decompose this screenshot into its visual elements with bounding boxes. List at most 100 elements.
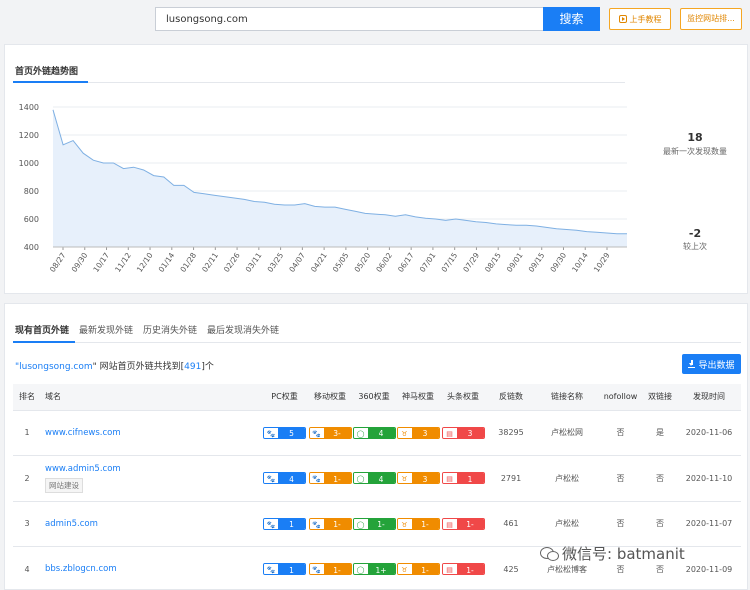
backlinks-cell: 461 xyxy=(486,501,536,547)
tab-history-lost[interactable]: 历史消失外链 xyxy=(143,323,197,336)
shenma-weight-cell: ♉ 1- xyxy=(396,546,440,590)
360-weight-cell: ◯ 1+ xyxy=(352,546,396,590)
mobile-weight-cell: 🐾 1- xyxy=(308,546,352,590)
pc-weight-cell: 🐾 1 xyxy=(261,501,308,547)
tab-current-links[interactable]: 现有首页外链 xyxy=(15,323,69,336)
wechat-icon xyxy=(540,546,559,561)
baidu-mobile-badge: 🐾 1- xyxy=(308,472,352,485)
toutiao-icon: ▤ xyxy=(442,473,457,484)
x-tick-label: 10/17 xyxy=(91,251,111,274)
toutiao-badge: ▤ 1 xyxy=(441,472,485,485)
change-value: -2 xyxy=(688,227,702,240)
x-tick-label: 12/10 xyxy=(135,251,155,274)
watermark: 微信号: batmanit xyxy=(540,543,685,564)
nofollow-cell: 否 xyxy=(598,410,643,456)
x-tick-label: 09/15 xyxy=(527,251,547,274)
toutiao-weight-cell: ▤ 1- xyxy=(440,546,486,590)
360-badge: ◯ 1+ xyxy=(352,563,396,576)
result-summary: "lusongsong.com" 网站首页外链共找到[491]个 xyxy=(15,359,214,372)
search-button[interactable]: 搜索 xyxy=(543,7,600,31)
baidu-pc-icon: 🐾 xyxy=(264,473,278,484)
domain-link[interactable]: www.cifnews.com xyxy=(45,428,261,438)
mobile-weight-cell: 🐾 1- xyxy=(308,455,352,502)
baidu-pc-badge: 🐾 1 xyxy=(263,563,306,576)
table-row: 3 admin5.com 🐾 1 🐾 1- ◯ 1- ♉ 1- ▤ 1- 461 卢松松否否 2020-11… xyxy=(13,501,741,547)
backlinks-cell: 425 xyxy=(486,546,536,590)
domain-link[interactable]: admin5.com xyxy=(45,519,261,529)
toutiao-icon: ▤ xyxy=(442,518,457,529)
y-tick-label: 1200 xyxy=(19,131,39,140)
col-double: 双链接 xyxy=(643,384,677,411)
baidu-mobile-icon: 🐾 xyxy=(309,473,324,484)
col-toutiao: 头条权重 xyxy=(440,384,486,411)
domain-link[interactable]: www.admin5.com xyxy=(45,464,261,474)
change-label: 较上次 xyxy=(683,242,707,251)
shenma-badge: ♉ 1- xyxy=(396,563,440,576)
export-button[interactable]: 导出数据 xyxy=(682,354,741,374)
col-domain: 域名 xyxy=(41,384,261,411)
x-tick-label: 10/14 xyxy=(570,251,590,274)
baidu-pc-badge: 🐾 1 xyxy=(263,517,306,530)
x-tick-label: 10/29 xyxy=(592,251,612,274)
y-tick-label: 600 xyxy=(24,215,39,224)
top-bar: 搜索 上手教程 监控网站排... xyxy=(0,0,750,40)
shenma-badge: ♉ 3 xyxy=(396,426,440,439)
y-tick-label: 800 xyxy=(24,187,39,196)
rank-cell: 2 xyxy=(13,455,41,502)
x-tick-label: 08/27 xyxy=(48,251,68,274)
x-tick-label: 04/21 xyxy=(309,251,329,274)
domain-link[interactable]: bbs.zblogcn.com xyxy=(45,564,261,574)
summary-middle: " 网站首页外链共找到[ xyxy=(92,362,185,372)
col-pc: PC权重 xyxy=(261,384,308,411)
domain-cell: www.admin5.com 网站建设 xyxy=(41,455,261,502)
x-tick-label: 06/17 xyxy=(396,251,416,274)
baidu-mobile-badge: 🐾 3- xyxy=(308,426,352,439)
tab-last-lost[interactable]: 最后发现消失外链 xyxy=(207,323,279,336)
search-input[interactable] xyxy=(155,7,545,31)
x-tick-label: 01/14 xyxy=(157,251,177,274)
x-tick-label: 05/20 xyxy=(353,251,373,274)
date-cell: 2020-11-06 xyxy=(677,410,741,456)
double-link-cell: 否 xyxy=(643,501,677,547)
nofollow-cell: 否 xyxy=(598,455,643,502)
mobile-weight-cell: 🐾 1- xyxy=(308,501,352,547)
summary-domain[interactable]: lusongsong.com xyxy=(19,362,93,372)
360-icon: ◯ xyxy=(353,564,368,575)
col-backlinks: 反链数 xyxy=(486,384,536,411)
tab-new-links[interactable]: 最新发现外链 xyxy=(79,323,133,336)
toutiao-badge: ▤ 1- xyxy=(441,563,485,576)
toutiao-icon: ▤ xyxy=(442,564,457,575)
360-icon: ◯ xyxy=(353,427,368,438)
col-shenma: 神马权重 xyxy=(396,384,440,411)
table-row: 2 www.admin5.com 网站建设 🐾 4 🐾 1- ◯ 4 ♉ 3 ▤ 1 2791 卢松松否否 2… xyxy=(13,455,741,502)
y-tick-label: 400 xyxy=(24,243,39,252)
y-tick-label: 1000 xyxy=(19,159,39,168)
baidu-mobile-badge: 🐾 1- xyxy=(308,517,352,530)
shenma-icon: ♉ xyxy=(397,427,412,438)
baidu-mobile-icon: 🐾 xyxy=(309,518,324,529)
toutiao-weight-cell: ▤ 3 xyxy=(440,410,486,456)
x-tick-label: 06/02 xyxy=(374,251,394,274)
link-name-cell: 卢松松 xyxy=(536,455,598,502)
double-link-cell: 否 xyxy=(643,455,677,502)
shenma-badge: ♉ 3 xyxy=(396,472,440,485)
category-tag: 网站建设 xyxy=(45,477,83,493)
mobile-weight-cell: 🐾 3- xyxy=(308,410,352,456)
download-icon xyxy=(688,360,696,368)
shenma-weight-cell: ♉ 3 xyxy=(396,410,440,456)
col-360: 360权重 xyxy=(352,384,396,411)
shenma-weight-cell: ♉ 1- xyxy=(396,501,440,547)
col-link-name: 链接名称 xyxy=(536,384,598,411)
tab-divider xyxy=(13,342,741,343)
x-tick-label: 02/26 xyxy=(222,251,242,274)
tutorial-button[interactable]: 上手教程 xyxy=(609,8,671,30)
baidu-pc-icon: 🐾 xyxy=(264,564,278,575)
monitor-site-button[interactable]: 监控网站排... xyxy=(680,8,742,30)
toutiao-badge: ▤ 3 xyxy=(441,426,485,439)
360-badge: ◯ 4 xyxy=(352,472,396,485)
trend-panel: 首页外链趋势图 400 600 800 1000 1200 1400 08/27 09/30 1… xyxy=(4,44,748,294)
tutorial-label: 上手教程 xyxy=(629,14,662,24)
col-date: 发现时间 xyxy=(677,384,741,411)
backlinks-cell: 38295 xyxy=(486,410,536,456)
baidu-mobile-icon: 🐾 xyxy=(309,564,324,575)
